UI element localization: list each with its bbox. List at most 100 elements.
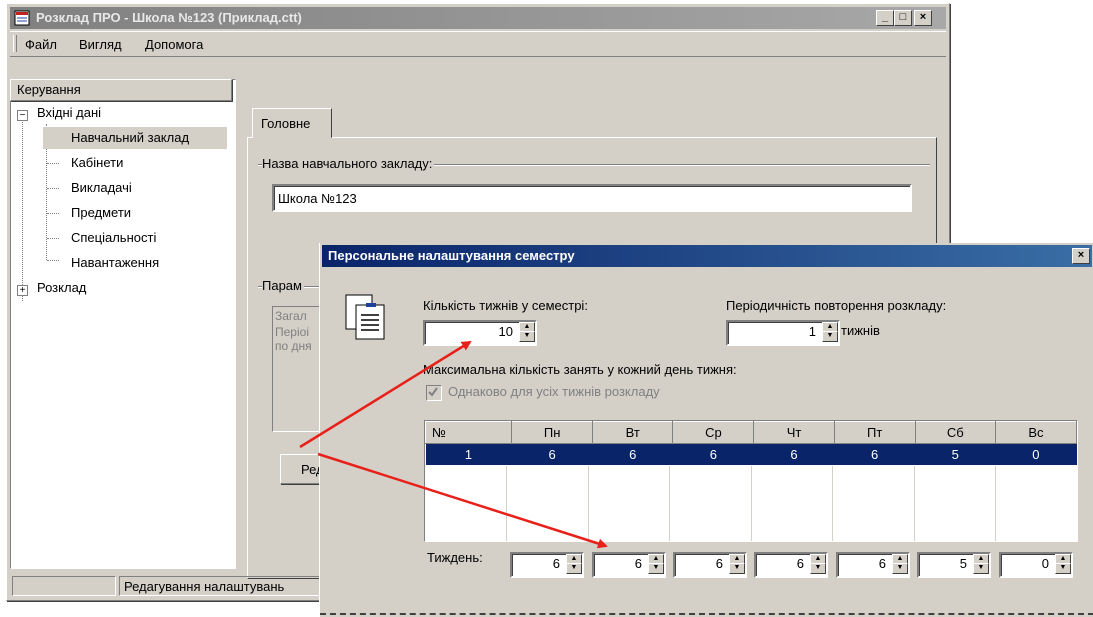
menu-view[interactable]: Вигляд <box>79 37 122 52</box>
expand-icon[interactable]: + <box>17 285 28 296</box>
grid-header-cell[interactable]: Чт <box>753 421 835 444</box>
spin-down-icon[interactable]: ▼ <box>822 331 838 342</box>
minimize-button[interactable]: _ <box>876 10 894 26</box>
close-button[interactable]: × <box>914 10 932 26</box>
grid-cell[interactable]: 5 <box>915 443 996 465</box>
spin-down-icon[interactable]: ▼ <box>566 563 582 574</box>
week-day-spinner[interactable]: 0 ▲ ▼ <box>999 552 1073 578</box>
grid-header-cell[interactable]: Пт <box>833 421 916 444</box>
week-day-value: 0 <box>1041 556 1049 571</box>
grid-divider <box>995 466 996 541</box>
spin-down-icon[interactable]: ▼ <box>648 563 664 574</box>
dialog-titlebar[interactable]: Персональне налаштування семестру × <box>322 245 1092 267</box>
grid-divider <box>914 466 915 541</box>
grid-cell[interactable]: 6 <box>672 443 754 465</box>
weeks-label: Кількість тижнів у семестрі: <box>423 298 588 313</box>
params-group-label: Парам <box>262 278 304 293</box>
week-day-spinner[interactable]: 6 ▲ ▼ <box>592 552 666 578</box>
weeks-value: 10 <box>498 324 513 339</box>
spin-down-icon[interactable]: ▼ <box>1055 563 1071 574</box>
menu-file[interactable]: Файл <box>25 37 57 52</box>
tree-branch <box>47 238 59 239</box>
grid-cell[interactable]: 0 <box>995 443 1077 465</box>
menubar: Файл Вигляд Допомога <box>10 31 946 57</box>
menu-help[interactable]: Допомога <box>145 37 203 52</box>
tree-header: Керування <box>10 79 232 101</box>
tree-item-workload[interactable]: Навантаження <box>71 252 159 274</box>
same-weeks-label: Однаково для усіх тижнів розкладу <box>448 384 660 399</box>
grid-cell[interactable]: 6 <box>834 443 916 465</box>
maximize-button[interactable]: □ <box>894 10 912 26</box>
spin-down-icon[interactable]: ▼ <box>519 331 535 342</box>
spin-down-icon[interactable]: ▼ <box>810 563 826 574</box>
grid-header-cell[interactable]: Ср <box>672 421 755 444</box>
spin-down-icon[interactable]: ▼ <box>729 563 745 574</box>
weeks-spinner[interactable]: 10 ▲ ▼ <box>423 320 537 346</box>
tree-item-subjects[interactable]: Предмети <box>71 202 131 224</box>
main-titlebar[interactable]: Розклад ПРО - Школа №123 (Приклад.ctt) _… <box>10 7 946 29</box>
period-label: Періодичність повторення розкладу: <box>726 298 947 313</box>
document-icon <box>345 294 385 340</box>
grid-header-cell[interactable]: Пн <box>511 421 594 444</box>
dialog-close-button[interactable]: × <box>1072 248 1090 264</box>
period-value: 1 <box>808 324 816 339</box>
tree-branch <box>47 163 59 164</box>
week-day-spinner[interactable]: 6 ▲ ▼ <box>510 552 584 578</box>
grid-divider <box>751 466 752 541</box>
grid-header-cell[interactable]: № <box>424 421 513 444</box>
week-day-spinner[interactable]: 6 ▲ ▼ <box>836 552 910 578</box>
tree-item-teachers[interactable]: Викладачі <box>71 177 132 199</box>
grid-cell[interactable]: 6 <box>592 443 673 465</box>
grid-divider <box>506 466 507 541</box>
grid-header-row: № Пн Вт Ср Чт Пт Сб Вс <box>424 421 1078 444</box>
period-spinner[interactable]: 1 ▲ ▼ <box>726 320 840 346</box>
tree-item-institution[interactable]: Навчальний заклад <box>43 127 227 149</box>
menubar-grip <box>13 35 17 52</box>
grid-divider <box>669 466 670 541</box>
dialog-title: Персональне налаштування семестру <box>328 248 575 263</box>
tree-item-schedule[interactable]: Розклад <box>37 277 86 299</box>
grid-divider <box>588 466 589 541</box>
tree-item-input-data[interactable]: Вхідні дані <box>37 102 101 124</box>
table-row[interactable]: 16666650 <box>425 443 1077 465</box>
week-day-spinner[interactable]: 6 ▲ ▼ <box>673 552 747 578</box>
grid-header-cell[interactable]: Вс <box>994 421 1078 444</box>
grid-header-cell[interactable]: Сб <box>914 421 996 444</box>
period-unit: тижнів <box>841 323 880 338</box>
max-lessons-label: Максимальна кількість занять у кожний де… <box>423 362 737 377</box>
window-title: Розклад ПРО - Школа №123 (Приклад.ctt) <box>36 10 302 25</box>
week-day-spinner[interactable]: 5 ▲ ▼ <box>917 552 991 578</box>
grid-header-cell[interactable]: Вт <box>592 421 674 444</box>
week-label: Тиждень: <box>427 550 483 565</box>
grid-cell[interactable]: 1 <box>425 443 512 465</box>
institution-group-label: Назва навчального закладу: <box>262 156 435 171</box>
tree-item-specialties[interactable]: Спеціальності <box>71 227 156 249</box>
same-weeks-checkbox[interactable] <box>426 385 442 401</box>
tab-main[interactable]: Головне <box>252 108 332 138</box>
grid-divider <box>832 466 833 541</box>
week-day-value: 6 <box>715 556 723 571</box>
semester-dialog: Персональне налаштування семестру × Кіль… <box>319 243 1093 617</box>
week-day-value: 5 <box>959 556 967 571</box>
tree-connector-line <box>22 115 23 301</box>
status-cell-2: Редагування налаштувань <box>119 576 339 596</box>
tree-branch <box>47 213 59 214</box>
week-day-value: 6 <box>796 556 804 571</box>
tree-branch <box>47 188 59 189</box>
week-day-value: 6 <box>634 556 642 571</box>
week-day-spinner[interactable]: 6 ▲ ▼ <box>754 552 828 578</box>
tree-branch <box>47 260 59 261</box>
spin-down-icon[interactable]: ▼ <box>892 563 908 574</box>
week-day-value: 6 <box>552 556 560 571</box>
spin-down-icon[interactable]: ▼ <box>973 563 989 574</box>
grid-cell[interactable]: 6 <box>753 443 835 465</box>
institution-name-input[interactable]: Школа №123 <box>272 184 912 212</box>
status-cell-1 <box>12 576 116 596</box>
collapse-icon[interactable]: − <box>17 110 28 121</box>
dialog-torn-edge <box>320 613 1093 615</box>
app-icon <box>14 10 30 26</box>
tree-item-rooms[interactable]: Кабінети <box>71 152 123 174</box>
grid-cell[interactable]: 6 <box>511 443 593 465</box>
lessons-grid[interactable]: № Пн Вт Ср Чт Пт Сб Вс 16666650 <box>424 420 1078 542</box>
week-day-value: 6 <box>878 556 886 571</box>
